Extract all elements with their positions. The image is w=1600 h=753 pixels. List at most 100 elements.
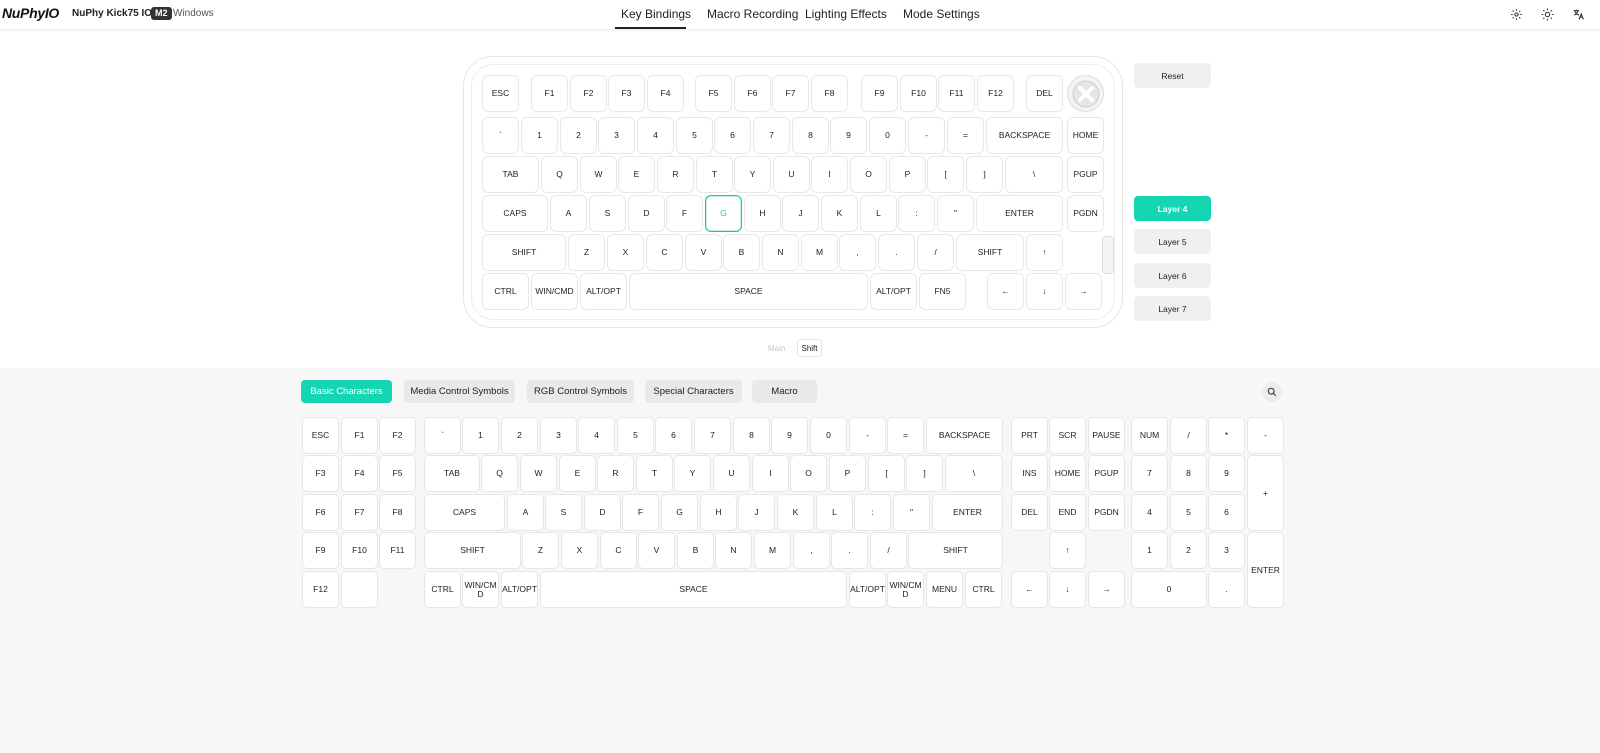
palette-key-equal[interactable]: = (887, 417, 924, 454)
palette-key-g[interactable]: G (661, 494, 698, 531)
palette-key-d[interactable]: D (584, 494, 621, 531)
palette-key-f6[interactable]: F6 (302, 494, 339, 531)
key-rshift[interactable]: SHIFT (956, 234, 1024, 271)
key-d[interactable]: D (628, 195, 665, 232)
palette-key-prt[interactable]: PRT (1011, 417, 1048, 454)
key-2[interactable]: 2 (560, 117, 597, 154)
palette-key-num-dot[interactable]: . (1208, 571, 1245, 608)
tab-media-control-symbols[interactable]: Media Control Symbols (404, 380, 515, 403)
palette-key-0[interactable]: 0 (810, 417, 847, 454)
palette-key-lalt[interactable]: ALT/OPT (501, 571, 538, 608)
reset-button[interactable]: Reset (1134, 63, 1211, 88)
key-z[interactable]: Z (568, 234, 605, 271)
key-9[interactable]: 9 (830, 117, 867, 154)
layer-6-button[interactable]: Layer 6 (1134, 263, 1211, 288)
key-lbracket[interactable]: [ (927, 156, 964, 193)
key-rbracket[interactable]: ] (966, 156, 1003, 193)
key-f7[interactable]: F7 (772, 75, 809, 112)
key-b[interactable]: B (723, 234, 760, 271)
palette-key-ralt[interactable]: ALT/OPT (849, 571, 886, 608)
key-g[interactable]: G (705, 195, 742, 232)
palette-key-pause[interactable]: PAUSE (1088, 417, 1125, 454)
key-f2[interactable]: F2 (570, 75, 607, 112)
key-f3[interactable]: F3 (608, 75, 645, 112)
palette-key-n[interactable]: N (715, 532, 752, 569)
key-y[interactable]: Y (734, 156, 771, 193)
palette-key-l[interactable]: L (816, 494, 853, 531)
palette-key-f12[interactable]: F12 (302, 571, 339, 608)
device-name[interactable]: NuPhy Kick75 IO (72, 8, 152, 19)
key-1[interactable]: 1 (521, 117, 558, 154)
key-s[interactable]: S (589, 195, 626, 232)
key-period[interactable]: . (878, 234, 915, 271)
palette-key-f4[interactable]: F4 (341, 455, 378, 492)
palette-key-num-3[interactable]: 3 (1208, 532, 1245, 569)
key-w[interactable]: W (580, 156, 617, 193)
key-k[interactable]: K (821, 195, 858, 232)
palette-key-pgup[interactable]: PGUP (1088, 455, 1125, 492)
palette-key-rctrl[interactable]: CTRL (965, 571, 1002, 608)
key-f5[interactable]: F5 (695, 75, 732, 112)
palette-key-4[interactable]: 4 (578, 417, 615, 454)
key-8[interactable]: 8 (792, 117, 829, 154)
palette-key-o[interactable]: O (790, 455, 827, 492)
palette-key-r[interactable]: R (597, 455, 634, 492)
key-lshift[interactable]: SHIFT (482, 234, 566, 271)
palette-key-pgdn[interactable]: PGDN (1088, 494, 1125, 531)
sun-icon[interactable] (1539, 6, 1555, 22)
key-j[interactable]: J (782, 195, 819, 232)
key-6[interactable]: 6 (714, 117, 751, 154)
key-i[interactable]: I (811, 156, 848, 193)
palette-key-7[interactable]: 7 (694, 417, 731, 454)
palette-key-num-2[interactable]: 2 (1170, 532, 1207, 569)
palette-key-3[interactable]: 3 (540, 417, 577, 454)
key-pgdn[interactable]: PGDN (1067, 195, 1104, 232)
key-esc[interactable]: ESC (482, 75, 519, 112)
palette-key-x[interactable]: X (561, 532, 598, 569)
palette-key-end[interactable]: END (1049, 494, 1086, 531)
key-r[interactable]: R (657, 156, 694, 193)
palette-key-lwin[interactable]: WIN/CM D (462, 571, 499, 608)
palette-key-down[interactable]: ↓ (1049, 571, 1086, 608)
palette-key-8[interactable]: 8 (733, 417, 770, 454)
key-f10[interactable]: F10 (900, 75, 937, 112)
palette-key-k[interactable]: K (777, 494, 814, 531)
palette-key-6[interactable]: 6 (655, 417, 692, 454)
key-f4[interactable]: F4 (647, 75, 684, 112)
key-backspace[interactable]: BACKSPACE (986, 117, 1063, 154)
palette-key-num-4[interactable]: 4 (1131, 494, 1168, 531)
palette-key-num-enter[interactable]: ENTER (1247, 532, 1284, 608)
palette-key-f5[interactable]: F5 (379, 455, 416, 492)
key-a[interactable]: A (550, 195, 587, 232)
palette-key-9[interactable]: 9 (771, 417, 808, 454)
key-lctrl[interactable]: CTRL (482, 273, 529, 310)
palette-key-space[interactable]: SPACE (540, 571, 847, 608)
palette-key-y[interactable]: Y (674, 455, 711, 492)
key-backslash[interactable]: \ (1005, 156, 1063, 193)
palette-key-f7[interactable]: F7 (341, 494, 378, 531)
key-e[interactable]: E (618, 156, 655, 193)
key-space[interactable]: SPACE (629, 273, 868, 310)
key-home[interactable]: HOME (1067, 117, 1104, 154)
palette-key-caps[interactable]: CAPS (424, 494, 505, 531)
palette-key-blank[interactable] (341, 571, 378, 608)
key-tab[interactable]: TAB (482, 156, 539, 193)
palette-key-f[interactable]: F (622, 494, 659, 531)
key-ralt[interactable]: ALT/OPT (870, 273, 917, 310)
palette-key-num-6[interactable]: 6 (1208, 494, 1245, 531)
palette-key-f1[interactable]: F1 (341, 417, 378, 454)
palette-key-e[interactable]: E (559, 455, 596, 492)
side-slider-handle[interactable] (1102, 236, 1114, 274)
layer-5-button[interactable]: Layer 5 (1134, 229, 1211, 254)
palette-key-z[interactable]: Z (522, 532, 559, 569)
palette-key-m[interactable]: M (754, 532, 791, 569)
key-q[interactable]: Q (541, 156, 578, 193)
palette-key-f11[interactable]: F11 (379, 532, 416, 569)
palette-key-num-0[interactable]: 0 (1131, 571, 1207, 608)
key-f1[interactable]: F1 (531, 75, 568, 112)
palette-key-home[interactable]: HOME (1049, 455, 1086, 492)
key-o[interactable]: O (850, 156, 887, 193)
palette-key-enter[interactable]: ENTER (932, 494, 1003, 531)
key-h[interactable]: H (744, 195, 781, 232)
palette-key-i[interactable]: I (752, 455, 789, 492)
